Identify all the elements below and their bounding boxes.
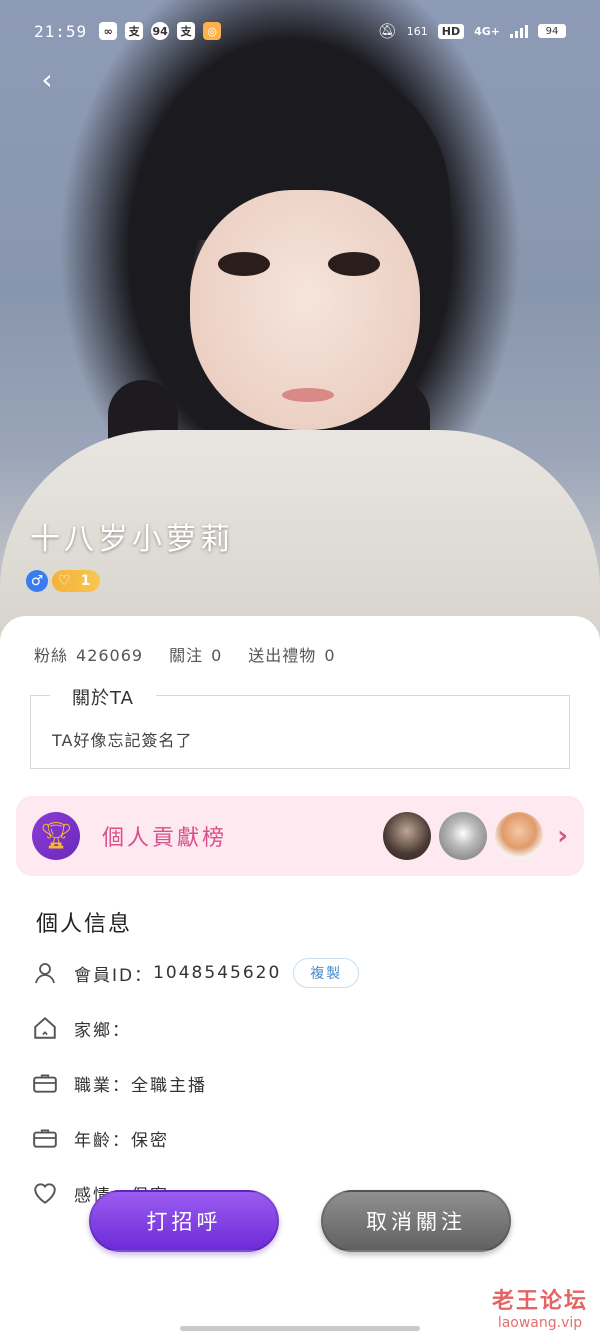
info-age: 年齡： 保密 xyxy=(32,1125,169,1151)
contributor-avatars xyxy=(383,812,544,860)
stat-fans-label: 粉絲 xyxy=(34,646,69,665)
avatar[interactable] xyxy=(439,812,488,860)
status-bar: 21:59 ∞ 支 94 支 ◎ 🔕︎ 161 HD 4G+ 94 xyxy=(0,0,600,62)
profile-name: 十八岁小萝莉 xyxy=(30,522,234,557)
avatar[interactable] xyxy=(495,812,544,860)
chevron-left-icon: ‹ xyxy=(41,62,53,96)
unfollow-button[interactable]: 取消關注 xyxy=(321,1190,511,1252)
job-value: 全職主播 xyxy=(131,1075,207,1096)
status-time: 21:59 xyxy=(34,21,88,41)
hd-icon: HD xyxy=(437,23,465,39)
avatar[interactable] xyxy=(383,812,432,860)
greet-button[interactable]: 打招呼 xyxy=(89,1190,279,1252)
stat-following[interactable]: 關注 0 xyxy=(169,642,222,666)
signal-icon xyxy=(510,24,528,38)
stat-gifts-value: 0 xyxy=(324,646,336,665)
info-hometown: 家鄉： xyxy=(32,1015,131,1041)
heart-broken-icon xyxy=(32,1180,58,1206)
age-label: 年齡： xyxy=(74,1130,131,1151)
camera-app-icon: ◎ xyxy=(203,22,222,40)
chevron-right-icon[interactable]: › xyxy=(557,821,568,851)
watermark: 老王论坛 laowang.vip xyxy=(492,1283,588,1331)
watermark-title: 老王论坛 xyxy=(491,1289,588,1314)
home-indicator[interactable] xyxy=(180,1326,420,1331)
contribution-label: 個人貢獻榜 xyxy=(102,826,228,851)
copy-button[interactable]: 複製 xyxy=(293,958,360,988)
mute-icon: 🔕︎ xyxy=(377,22,397,40)
info-member-id: 會員ID： 1048545620 複製 xyxy=(32,958,360,988)
stat-fans[interactable]: 粉絲 426069 xyxy=(34,642,143,666)
network-type: 4G+ xyxy=(474,24,500,38)
contribution-ranking[interactable]: 🏆︎ 個人貢獻榜 › xyxy=(16,796,584,876)
battery-icon: 94 xyxy=(538,24,566,38)
home-icon xyxy=(32,1015,58,1041)
stat-fans-value: 426069 xyxy=(76,646,144,665)
alipay-icon: 支 xyxy=(125,22,144,40)
profile-stats: 粉絲 426069 關注 0 送出禮物 0 xyxy=(34,642,336,666)
stat-gifts[interactable]: 送出禮物 0 xyxy=(248,642,335,666)
about-title: 關於TA xyxy=(50,684,156,710)
member-id-value: 1048545620 xyxy=(153,963,282,983)
watermark-url: laowang.vip xyxy=(497,1315,583,1331)
stat-gifts-label: 送出禮物 xyxy=(248,646,317,665)
about-signature: TA好像忘記簽名了 xyxy=(52,731,193,750)
stat-following-value: 0 xyxy=(211,646,223,665)
hometown-label: 家鄉： xyxy=(74,1020,131,1041)
level-value: 1 xyxy=(80,573,91,589)
level-badge: ♡ 1 xyxy=(52,570,101,592)
app-badge-icon: 94 xyxy=(151,22,170,40)
stat-following-label: 關注 xyxy=(169,646,204,665)
briefcase-icon xyxy=(32,1070,58,1096)
trophy-icon: 🏆︎ xyxy=(32,812,80,860)
heart-icon: ♡ xyxy=(58,573,71,589)
user-icon xyxy=(32,960,58,986)
info-job: 職業： 全職主播 xyxy=(32,1070,207,1096)
app-notification-icon: ∞ xyxy=(99,22,118,40)
back-button[interactable]: ‹ xyxy=(32,62,62,96)
age-value: 保密 xyxy=(131,1130,169,1151)
male-icon: ♂ xyxy=(26,570,48,592)
job-label: 職業： xyxy=(74,1075,131,1096)
alipay-icon: 支 xyxy=(177,22,196,40)
personal-info-title: 個人信息 xyxy=(36,912,133,937)
briefcase-icon xyxy=(32,1125,58,1151)
profile-card: 粉絲 426069 關注 0 送出禮物 0 關於TA TA好像忘記簽名了 🏆︎ 個人貢… xyxy=(0,616,600,1333)
status-app-icons: ∞ 支 94 支 ◎ xyxy=(99,22,222,40)
profile-badges: ♂ ♡ 1 xyxy=(26,570,101,592)
net-speed: 161 xyxy=(406,24,428,38)
member-id-label: 會員ID： xyxy=(74,965,154,986)
